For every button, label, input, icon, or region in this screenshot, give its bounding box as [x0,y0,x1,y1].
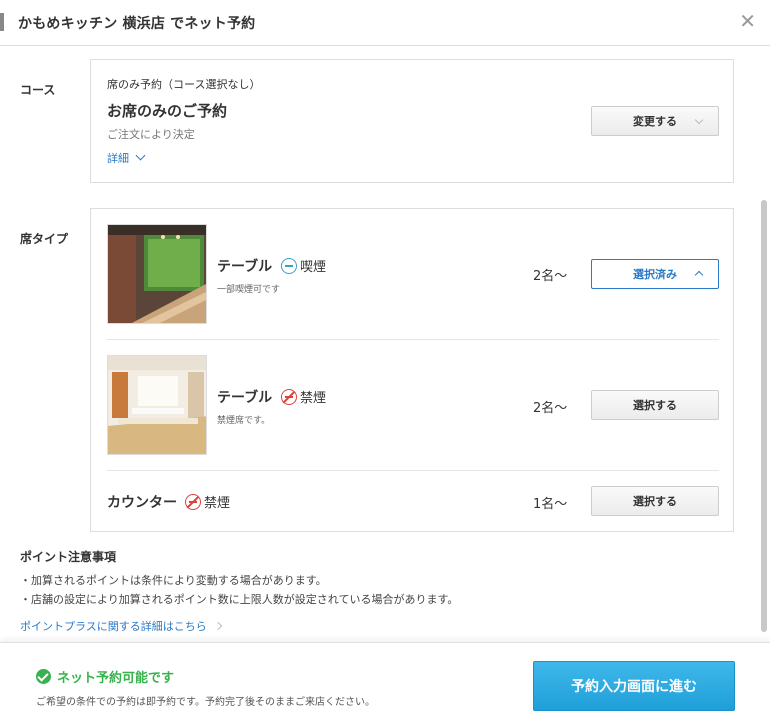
scrollbar[interactable] [761,200,767,632]
availability-subtext: ご希望の条件での予約は即予約です。予約完了後そのままご来店ください。 [36,697,375,708]
seat-capacity: 2名〜 [533,269,568,284]
course-title: お席のみのご予約 [107,102,228,120]
modal-header: かもめキッチン 横浜店 でネット予約 ✕ [0,0,770,46]
seat-non-smoking-type: 禁煙 [185,492,230,511]
smoking-icon [281,257,297,274]
seat-type-text: 禁煙 [300,391,327,406]
change-course-label: 変更する [633,115,677,128]
select-seat-button[interactable]: 選択する [591,486,719,516]
seat-selected-label: 選択済み [633,268,677,281]
seat-photo-non-smoking-table [107,355,207,455]
seat-non-smoking-type: 禁煙 [281,387,326,406]
availability-status: ネット予約可能です [36,667,174,686]
seat-smoking-type: 喫煙 [281,256,326,275]
no-smoking-icon [185,493,201,510]
points-detail-label: ポイントプラスに関する詳細はこちら [20,620,207,633]
availability-text: ネット予約可能です [57,671,175,686]
seat-name: カウンター [107,495,177,511]
select-seat-label: 選択する [633,399,677,412]
course-label: コース [20,83,56,97]
course-box: 席のみ予約（コース選択なし） お席のみのご予約 ご注文により決定 詳細 変更する [90,59,734,183]
points-note-line: ・加算されるポイントは条件により変動する場合があります。 [20,574,327,587]
seat-type-box: テーブル 喫煙 一部喫煙可です 2名〜 選択済み テーブル 禁煙 禁煙席です。 … [90,208,734,532]
divider [107,339,719,340]
seat-photo-smoking-table [107,224,207,324]
course-subtitle: 席のみ予約（コース選択なし） [107,78,261,91]
chevron-up-icon [694,270,704,280]
select-seat-label: 選択する [633,495,677,508]
seat-name: テーブル [217,259,273,275]
seat-name: テーブル [217,390,273,406]
seat-type-label: 席タイプ [20,232,69,246]
seat-description: 一部喫煙可です [217,285,281,295]
reservation-modal: かもめキッチン 横浜店 でネット予約 ✕ コース 席のみ予約（コース選択なし） … [0,0,770,727]
chevron-down-icon [135,150,146,161]
seat-type-text: 喫煙 [300,260,327,275]
seat-type-text: 禁煙 [204,496,231,511]
proceed-button[interactable]: 予約入力画面に進む [533,661,735,711]
check-circle-icon [36,669,51,684]
no-smoking-icon [281,388,297,405]
header-accent-bar [0,13,4,31]
seat-description: 禁煙席です。 [217,416,271,426]
seat-selected-button[interactable]: 選択済み [591,259,719,289]
chevron-down-icon [694,115,704,125]
seat-capacity: 1名〜 [533,497,568,512]
course-detail-label: 詳細 [107,152,129,165]
points-notes-title: ポイント注意事項 [20,550,117,564]
change-course-button[interactable]: 変更する [591,106,719,136]
points-note-line: ・店舗の設定により加算されるポイント数に上限人数が設定されている場合があります。 [20,593,459,606]
course-note: ご注文により決定 [107,128,195,141]
modal-title: かもめキッチン 横浜店 でネット予約 [18,16,256,32]
points-detail-link[interactable]: ポイントプラスに関する詳細はこちら [20,618,223,634]
chevron-right-icon [213,621,223,631]
select-seat-button[interactable]: 選択する [591,390,719,420]
course-detail-link[interactable]: 詳細 [107,150,146,166]
modal-footer: ネット予約可能です ご希望の条件での予約は即予約です。予約完了後そのままご来店く… [0,642,770,727]
divider [107,470,719,471]
seat-capacity: 2名〜 [533,401,568,416]
close-icon[interactable]: ✕ [739,10,756,32]
